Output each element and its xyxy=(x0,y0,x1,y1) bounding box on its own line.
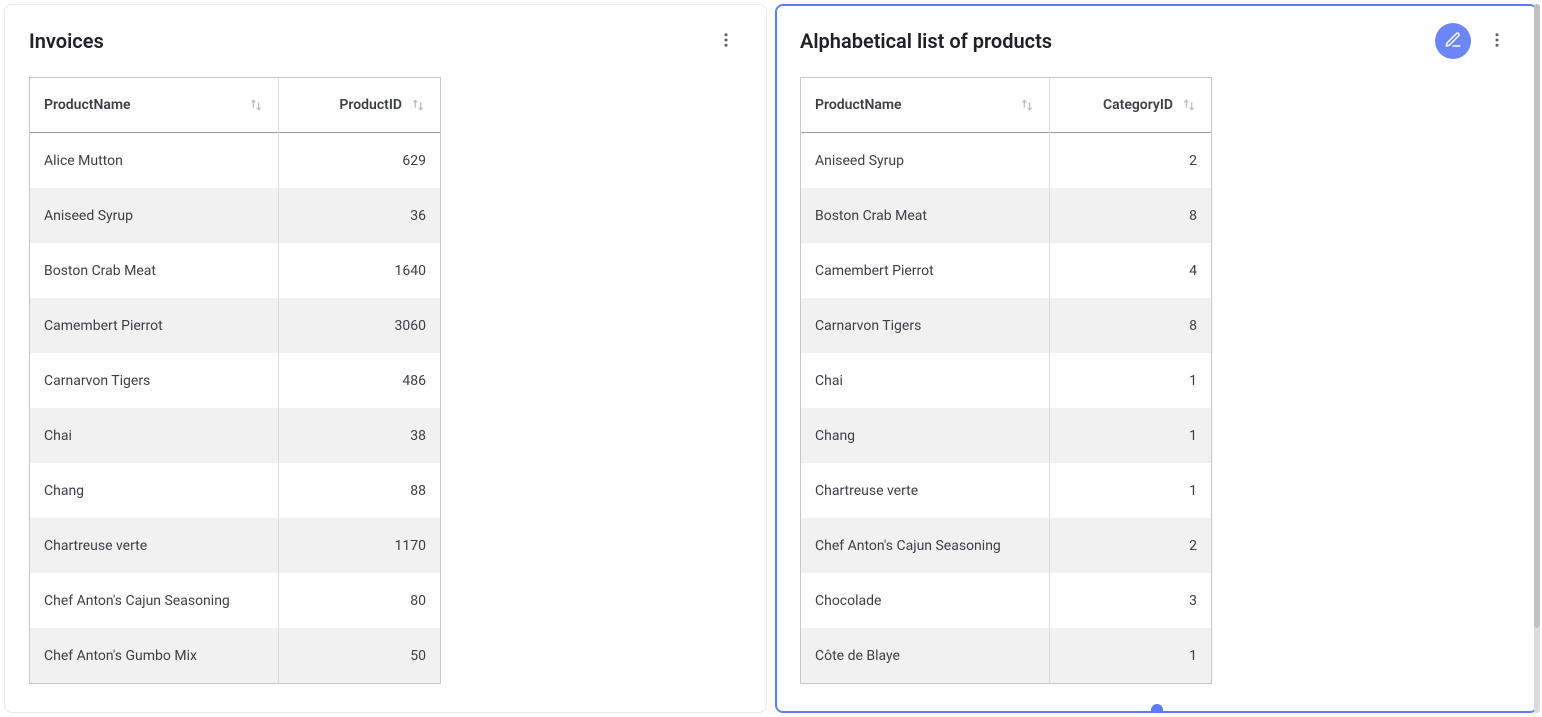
table-row[interactable]: Chef Anton's Cajun Seasoning2 xyxy=(801,518,1211,573)
cell-value: 88 xyxy=(278,463,440,518)
table-header-row: ProductName ProductID xyxy=(30,78,440,133)
table-row[interactable]: Chartreuse verte1170 xyxy=(30,518,440,573)
cell-value: 50 xyxy=(278,628,440,683)
cell-value: 36 xyxy=(278,188,440,243)
column-header-product-name[interactable]: ProductName xyxy=(30,78,278,133)
more-options-button[interactable] xyxy=(1479,23,1515,59)
cell-value: 2 xyxy=(1049,518,1211,573)
cell-value: 629 xyxy=(278,133,440,188)
cell-value: 80 xyxy=(278,573,440,628)
cell-product-name: Camembert Pierrot xyxy=(30,298,278,353)
column-header-product-name[interactable]: ProductName xyxy=(801,78,1049,133)
more-vert-icon xyxy=(1488,31,1506,52)
cell-product-name: Chartreuse verte xyxy=(30,518,278,573)
invoices-table: ProductName ProductID xyxy=(29,77,441,684)
sort-icon[interactable] xyxy=(248,97,264,113)
table-row[interactable]: Chef Anton's Cajun Seasoning80 xyxy=(30,573,440,628)
cell-value: 4 xyxy=(1049,243,1211,298)
sort-icon[interactable] xyxy=(410,97,426,113)
table-row[interactable]: Chai1 xyxy=(801,353,1211,408)
scrollbar-thumb[interactable] xyxy=(1534,4,1540,628)
table-row[interactable]: Chocolade3 xyxy=(801,573,1211,628)
table-row[interactable]: Chartreuse verte1 xyxy=(801,463,1211,518)
panel-header-products: Alphabetical list of products xyxy=(776,5,1537,67)
table-row[interactable]: Chef Anton's Gumbo Mix50 xyxy=(30,628,440,683)
panel-body-products: ProductName CategoryID xyxy=(776,67,1537,712)
cell-product-name: Chef Anton's Cajun Seasoning xyxy=(801,518,1049,573)
panel-header-invoices: Invoices xyxy=(5,5,766,67)
cell-product-name: Aniseed Syrup xyxy=(801,133,1049,188)
table-row[interactable]: Chang1 xyxy=(801,408,1211,463)
table-row[interactable]: Camembert Pierrot3060 xyxy=(30,298,440,353)
cell-product-name: Carnarvon Tigers xyxy=(801,298,1049,353)
cell-value: 8 xyxy=(1049,298,1211,353)
cell-value: 1 xyxy=(1049,408,1211,463)
column-header-product-id[interactable]: ProductID xyxy=(278,78,440,133)
cell-value: 3 xyxy=(1049,573,1211,628)
cell-product-name: Chartreuse verte xyxy=(801,463,1049,518)
cell-product-name: Chocolade xyxy=(801,573,1049,628)
cell-value: 3060 xyxy=(278,298,440,353)
panel-title: Invoices xyxy=(29,29,708,53)
more-vert-icon xyxy=(717,31,735,52)
cell-product-name: Aniseed Syrup xyxy=(30,188,278,243)
table-row[interactable]: Boston Crab Meat8 xyxy=(801,188,1211,243)
panel-products[interactable]: Alphabetical list of products xyxy=(775,4,1538,713)
column-label: ProductName xyxy=(815,97,902,113)
cell-value: 1170 xyxy=(278,518,440,573)
table-row[interactable]: Chai38 xyxy=(30,408,440,463)
table-row[interactable]: Alice Mutton629 xyxy=(30,133,440,188)
cell-product-name: Chai xyxy=(30,408,278,463)
column-label: ProductID xyxy=(339,97,402,113)
panel-body-invoices: ProductName ProductID xyxy=(5,67,766,712)
table-row[interactable]: Carnarvon Tigers8 xyxy=(801,298,1211,353)
table-row[interactable]: Aniseed Syrup36 xyxy=(30,188,440,243)
resize-handle-bottom[interactable] xyxy=(1151,704,1163,713)
panel-title: Alphabetical list of products xyxy=(800,29,1435,53)
table-row[interactable]: Camembert Pierrot4 xyxy=(801,243,1211,298)
table-header-row: ProductName CategoryID xyxy=(801,78,1211,133)
cell-product-name: Camembert Pierrot xyxy=(801,243,1049,298)
column-header-category-id[interactable]: CategoryID xyxy=(1049,78,1211,133)
edit-button[interactable] xyxy=(1435,23,1471,59)
cell-product-name: Côte de Blaye xyxy=(801,628,1049,683)
scrollbar-vertical[interactable] xyxy=(1534,4,1540,713)
cell-value: 2 xyxy=(1049,133,1211,188)
cell-product-name: Chef Anton's Cajun Seasoning xyxy=(30,573,278,628)
cell-value: 8 xyxy=(1049,188,1211,243)
cell-product-name: Chef Anton's Gumbo Mix xyxy=(30,628,278,683)
products-table: ProductName CategoryID xyxy=(800,77,1212,684)
table-row[interactable]: Boston Crab Meat1640 xyxy=(30,243,440,298)
cell-value: 1640 xyxy=(278,243,440,298)
cell-product-name: Carnarvon Tigers xyxy=(30,353,278,408)
cell-product-name: Alice Mutton xyxy=(30,133,278,188)
cell-product-name: Chai xyxy=(801,353,1049,408)
canvas: Invoices ProductName xyxy=(0,0,1542,717)
cell-product-name: Boston Crab Meat xyxy=(30,243,278,298)
more-options-button[interactable] xyxy=(708,23,744,59)
table-row[interactable]: Côte de Blaye1 xyxy=(801,628,1211,683)
cell-value: 1 xyxy=(1049,463,1211,518)
pencil-icon xyxy=(1444,31,1462,52)
table-row[interactable]: Carnarvon Tigers486 xyxy=(30,353,440,408)
cell-product-name: Chang xyxy=(30,463,278,518)
cell-product-name: Boston Crab Meat xyxy=(801,188,1049,243)
panel-invoices[interactable]: Invoices ProductName xyxy=(4,4,767,713)
cell-value: 1 xyxy=(1049,353,1211,408)
column-label: CategoryID xyxy=(1103,97,1173,113)
cell-product-name: Chang xyxy=(801,408,1049,463)
table-row[interactable]: Chang88 xyxy=(30,463,440,518)
sort-icon[interactable] xyxy=(1019,97,1035,113)
table-row[interactable]: Aniseed Syrup2 xyxy=(801,133,1211,188)
cell-value: 38 xyxy=(278,408,440,463)
sort-icon[interactable] xyxy=(1181,97,1197,113)
cell-value: 1 xyxy=(1049,628,1211,683)
column-label: ProductName xyxy=(44,97,131,113)
cell-value: 486 xyxy=(278,353,440,408)
